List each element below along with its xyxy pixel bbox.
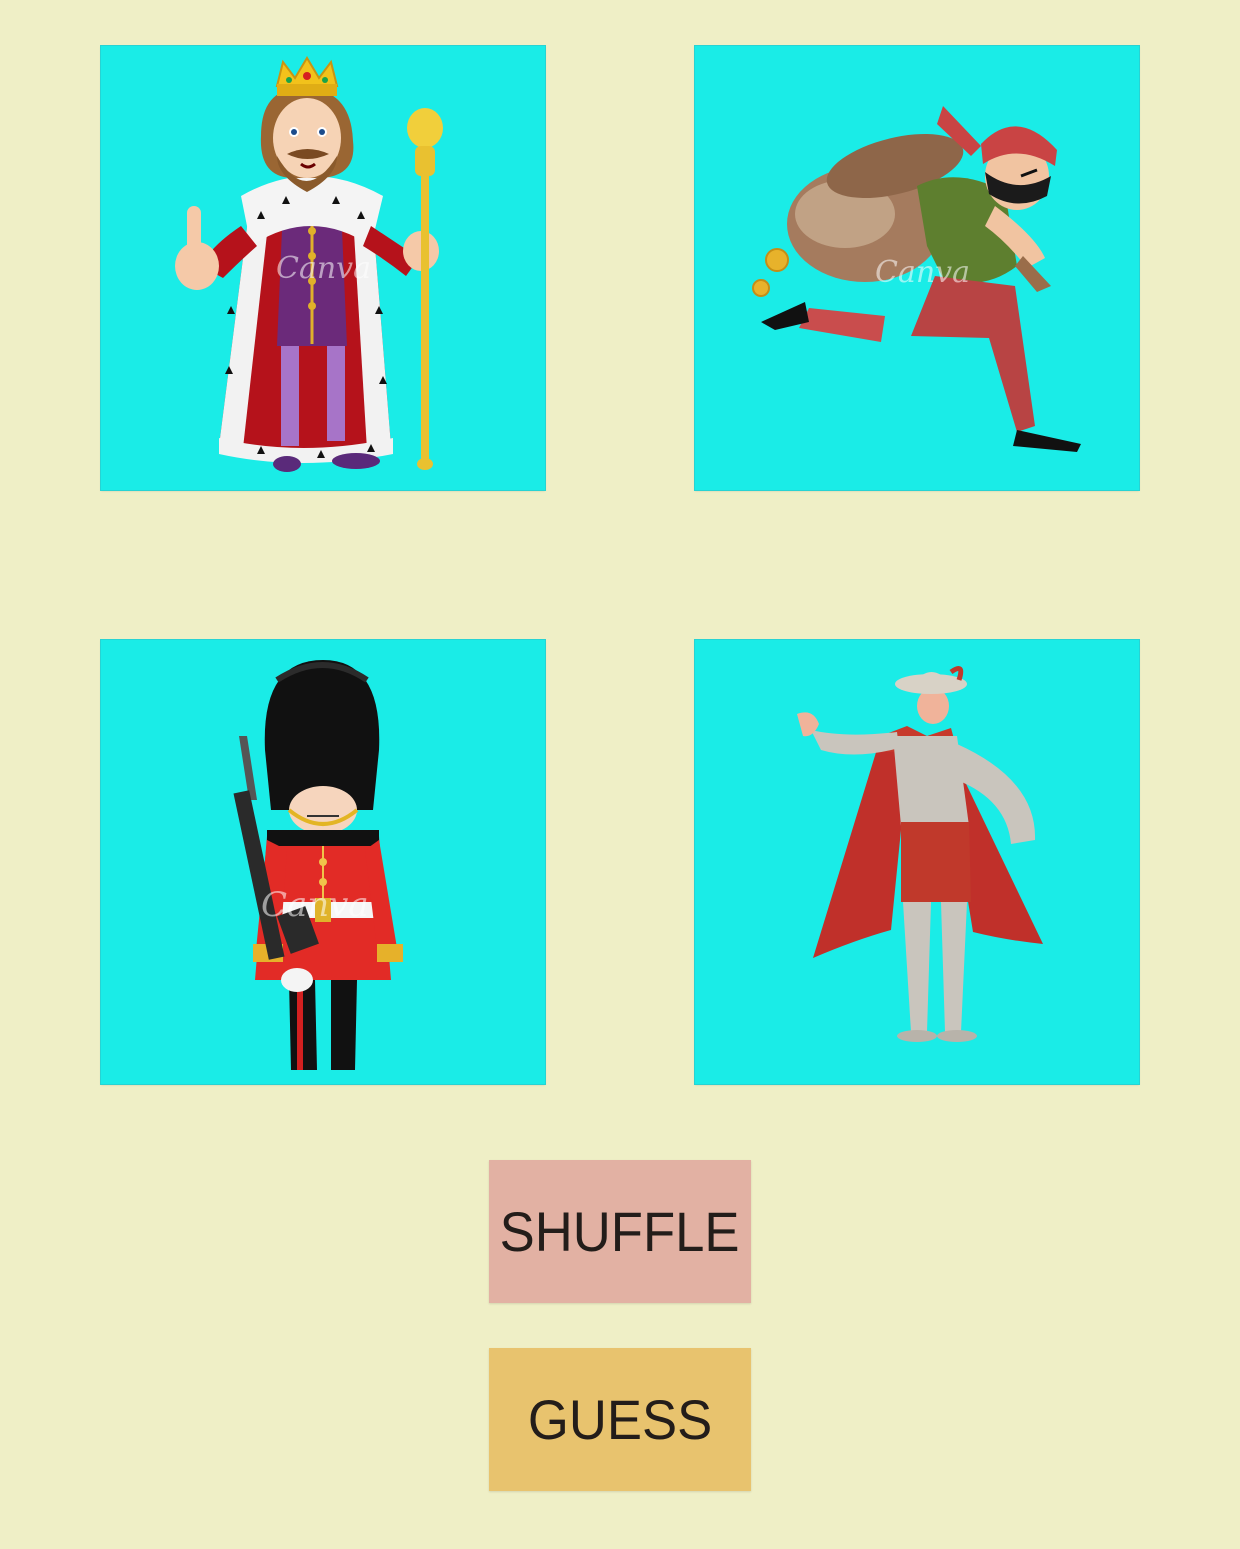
guard-illustration: Canva [233,660,403,1070]
shuffle-button[interactable]: SHUFFLE [489,1160,751,1303]
thief-illustration: Canva [752,106,1081,452]
watermark: Canva [875,255,970,290]
king-illustration: Canva [175,56,443,472]
guess-button-label: GUESS [527,1388,713,1451]
card-noble[interactable] [695,640,1139,1084]
card-king[interactable]: Canva [101,46,545,490]
card-guard[interactable]: Canva [101,640,545,1084]
shuffle-button-label: SHUFFLE [500,1200,740,1263]
watermark: Canva [261,885,369,925]
guess-button[interactable]: GUESS [489,1348,751,1491]
noble-illustration [797,665,1043,1042]
watermark: Canva [276,251,371,286]
card-thief[interactable]: Canva [695,46,1139,490]
